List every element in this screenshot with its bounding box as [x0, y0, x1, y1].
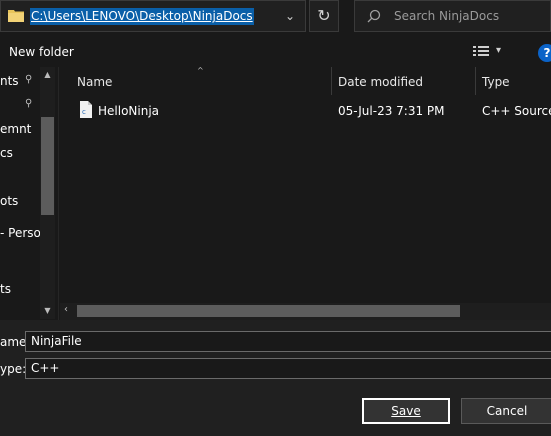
nav-scrollbar-thumb[interactable] [41, 117, 54, 215]
file-name[interactable]: HelloNinja [98, 104, 159, 118]
nav-item[interactable]: nts [0, 74, 19, 88]
column-divider[interactable] [331, 67, 332, 95]
nav-item-label: cs [0, 146, 13, 160]
pin-icon[interactable]: ⚲ [25, 98, 32, 109]
address-path[interactable]: C:\Users\LENOVO\Desktop\NinjaDocs [30, 8, 254, 25]
nav-item[interactable]: emnt [0, 122, 31, 136]
nav-item-label: emnt [0, 122, 32, 136]
nav-item[interactable]: ts [0, 282, 11, 296]
filename-field[interactable]: NinjaFile [25, 331, 551, 352]
save-as-type-label: ype: [0, 362, 27, 376]
save-as-type-select[interactable]: C++ [25, 358, 551, 379]
cpp-file-icon: c [80, 101, 92, 118]
view-options-icon[interactable] [473, 46, 489, 59]
refresh-icon[interactable]: ↻ [309, 0, 339, 32]
folder-icon [8, 10, 24, 22]
file-type: C++ Source F [482, 104, 551, 118]
horizontal-scrollbar-thumb[interactable] [77, 305, 460, 317]
pane-divider [58, 67, 59, 320]
scroll-down-icon[interactable]: ▼ [41, 306, 54, 315]
save-button-label: Save [391, 404, 421, 418]
column-header-name[interactable]: Name [77, 75, 112, 89]
file-date: 05-Jul-23 7:31 PM [338, 104, 445, 118]
scroll-up-icon[interactable]: ▲ [41, 70, 54, 79]
nav-item-label: nts [0, 74, 19, 88]
save-button[interactable]: Save [362, 398, 450, 424]
new-folder-button[interactable]: New folder [9, 45, 74, 59]
nav-item-label: ts [0, 282, 11, 296]
chevron-down-icon[interactable]: ⌄ [279, 6, 301, 26]
nav-item[interactable]: ots [0, 194, 18, 208]
scroll-left-icon[interactable]: ‹ [64, 304, 68, 315]
column-header-date[interactable]: Date modified [338, 75, 423, 89]
search-icon [367, 9, 381, 23]
help-icon[interactable]: ? [538, 44, 551, 62]
search-box[interactable]: Search NinjaDocs [354, 0, 551, 32]
view-dropdown-icon[interactable]: ▾ [496, 45, 501, 56]
nav-item-label: - Persor [0, 226, 46, 240]
sort-caret-icon: ^ [197, 66, 204, 75]
nav-item[interactable]: cs [0, 146, 13, 160]
nav-item-label: ots [0, 194, 19, 208]
cancel-button[interactable]: Cancel [461, 398, 551, 424]
svg-text:c: c [82, 108, 86, 116]
search-input[interactable]: Search NinjaDocs [394, 9, 499, 23]
column-divider[interactable] [475, 67, 476, 95]
column-header-type[interactable]: Type [482, 75, 510, 89]
nav-item[interactable]: - Persor [0, 226, 46, 240]
pin-icon[interactable]: ⚲ [25, 74, 32, 85]
